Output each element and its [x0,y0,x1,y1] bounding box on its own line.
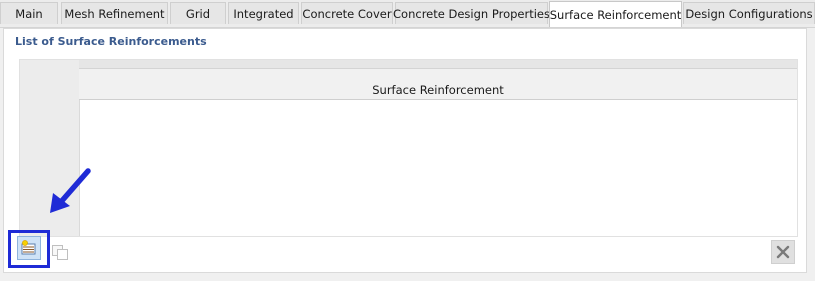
tab-main[interactable]: Main [0,2,58,24]
tab-grid[interactable]: Grid [170,2,226,24]
column-header-label: Surface Reinforcement [372,83,504,97]
tab-concrete-design-properties[interactable]: Concrete Design Properties [393,2,550,24]
pointer-arrow-icon [50,168,91,213]
surface-reinforcement-panel: List of Surface Reinforcements Surface R… [3,28,807,273]
tab-label: Surface Reinforcement [549,7,682,22]
delete-icon [776,245,790,259]
tab-bar: Main Mesh Refinement Grid Integrated Con… [0,0,815,28]
copy-icon [52,245,68,260]
tab-label: Design Configurations [685,6,813,21]
tab-surface-reinforcement[interactable]: Surface Reinforcement [549,1,682,27]
tab-design-configurations[interactable]: Design Configurations [683,2,815,24]
tab-label: Concrete Cover [302,6,392,21]
column-header-surface-reinforcement[interactable]: Surface Reinforcement [79,69,797,100]
new-surface-reinforcement-button[interactable] [17,236,41,260]
new-surface-reinforcement-icon [21,240,36,255]
tab-mesh-refinement[interactable]: Mesh Refinement [61,2,168,24]
surface-reinforcement-table[interactable]: Surface Reinforcement [19,59,798,237]
copy-button[interactable] [48,240,72,264]
tab-concrete-cover[interactable]: Concrete Cover [301,2,393,24]
table-header-band [79,60,797,69]
tab-integrated[interactable]: Integrated [228,2,299,24]
delete-button[interactable] [771,240,795,264]
tab-label: Main [15,6,43,21]
tab-label: Grid [185,6,211,21]
tab-label: Mesh Refinement [64,6,165,21]
tab-label: Concrete Design Properties [393,6,550,21]
section-title: List of Surface Reinforcements [15,35,207,48]
tab-label: Integrated [233,6,294,21]
